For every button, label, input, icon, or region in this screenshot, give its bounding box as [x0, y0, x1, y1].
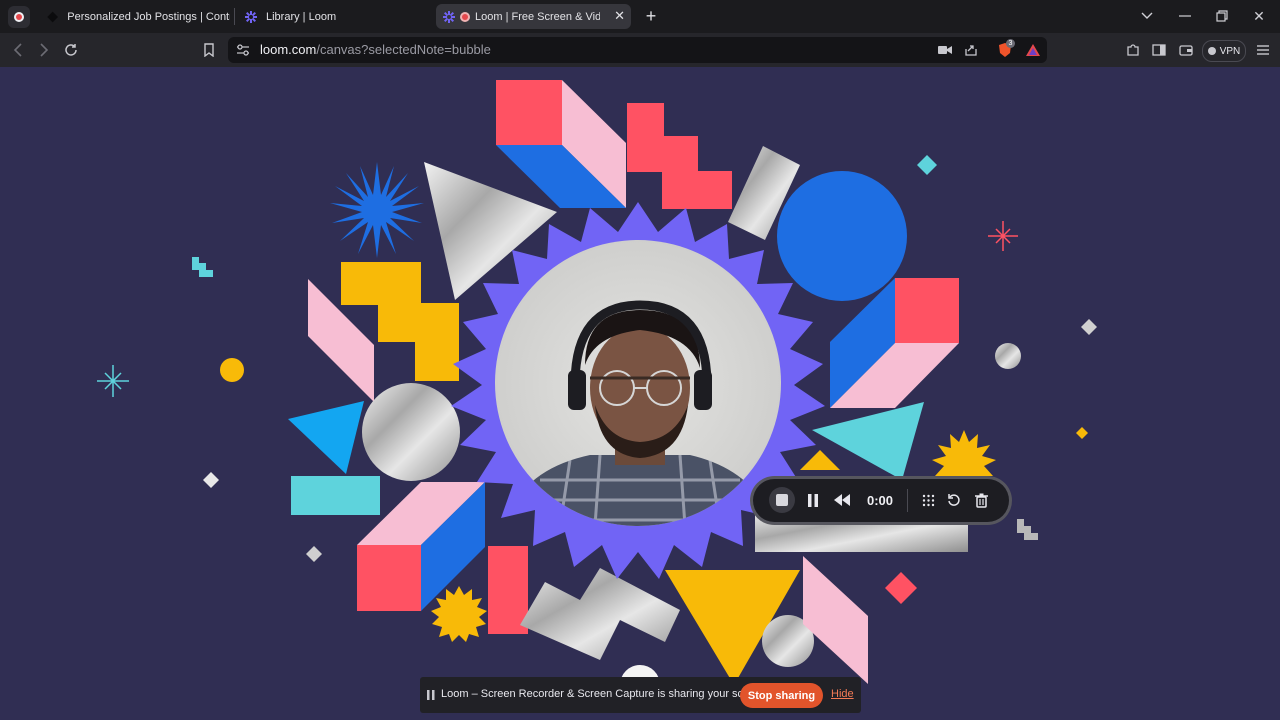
grid-button[interactable]: [915, 487, 941, 513]
sharing-pause-icon: [427, 690, 435, 700]
vpn-icon: [1207, 47, 1216, 55]
decorative-shapes-artwork: [97, 80, 1097, 705]
stop-sharing-button[interactable]: Stop sharing: [740, 683, 823, 708]
stop-recording-button[interactable]: [769, 487, 795, 513]
rewind-icon: [834, 494, 850, 506]
menu-icon[interactable]: [1252, 40, 1274, 60]
tab-list-button[interactable]: [1135, 6, 1159, 26]
webcam-bubble: [495, 240, 781, 526]
restore-icon[interactable]: [1210, 6, 1234, 26]
window-close-icon[interactable]: ✕: [1247, 6, 1271, 26]
sidebar-icon[interactable]: [1148, 40, 1170, 60]
grid-icon: [922, 494, 934, 506]
vpn-label: VPN: [1219, 45, 1241, 57]
recording-timer: 0:00: [867, 493, 894, 508]
screen-sharing-banner: Loom – Screen Recorder & Screen Capture …: [420, 677, 861, 713]
back-icon[interactable]: [7, 40, 29, 60]
close-icon[interactable]: ✕: [614, 8, 625, 24]
chevron-down-icon: [1141, 12, 1153, 19]
bookmark-icon[interactable]: [198, 40, 220, 60]
share-icon[interactable]: [964, 43, 978, 57]
contra-icon: [47, 11, 59, 22]
recording-canvas: 0:00: [0, 67, 1280, 720]
tab-title: Library | Loom: [266, 10, 337, 23]
url-domain: loom.com: [260, 42, 317, 57]
url-path: /canvas?selectedNote=bubble: [316, 42, 491, 57]
tab-library-loom[interactable]: Library | Loom: [238, 4, 428, 29]
sharing-message: Loom – Screen Recorder & Screen Capture …: [441, 688, 769, 700]
hide-link[interactable]: Hide: [831, 688, 854, 700]
recording-controls: 0:00: [753, 479, 1009, 522]
tab-contra[interactable]: Personalized Job Postings | Contra: [40, 4, 230, 29]
address-bar[interactable]: loom.com/canvas?selectedNote=bubble 3: [228, 37, 1047, 63]
blue-starburst: [330, 162, 424, 258]
site-settings-icon[interactable]: [236, 44, 250, 56]
vpn-button[interactable]: VPN: [1202, 40, 1246, 62]
tab-title: Loom | Free Screen & Video Recording: [475, 10, 600, 23]
tab-strip: Personalized Job Postings | Contra Libra…: [0, 0, 1280, 33]
brave-rewards-icon[interactable]: [1025, 43, 1041, 57]
pause-button[interactable]: [800, 487, 826, 513]
camera-icon[interactable]: [938, 45, 952, 55]
forward-icon[interactable]: [33, 40, 55, 60]
rewind-button[interactable]: [829, 487, 855, 513]
delete-button[interactable]: [968, 487, 994, 513]
trash-icon: [974, 493, 988, 508]
loom-icon: [443, 10, 455, 23]
tab-title: Personalized Job Postings | Contra: [67, 10, 230, 23]
tab-loom-active[interactable]: Loom | Free Screen & Video Recording ✕: [436, 4, 631, 29]
restart-icon: [948, 494, 960, 506]
recording-indicator-icon: [460, 11, 470, 22]
shields-badge: 3: [1006, 39, 1015, 48]
reload-icon[interactable]: [60, 40, 82, 60]
pause-icon: [808, 493, 818, 507]
tab-search-button[interactable]: [8, 6, 30, 28]
stop-icon: [776, 494, 788, 506]
wallet-icon[interactable]: [1175, 40, 1197, 60]
extensions-icon[interactable]: [1122, 40, 1144, 60]
brave-shields-icon[interactable]: 3: [998, 39, 1015, 58]
restart-button[interactable]: [941, 487, 967, 513]
new-tab-icon[interactable]: +: [641, 6, 661, 26]
url-text[interactable]: loom.com/canvas?selectedNote=bubble: [260, 42, 491, 57]
minimize-icon[interactable]: [1173, 6, 1197, 26]
loom-icon: [245, 10, 257, 23]
